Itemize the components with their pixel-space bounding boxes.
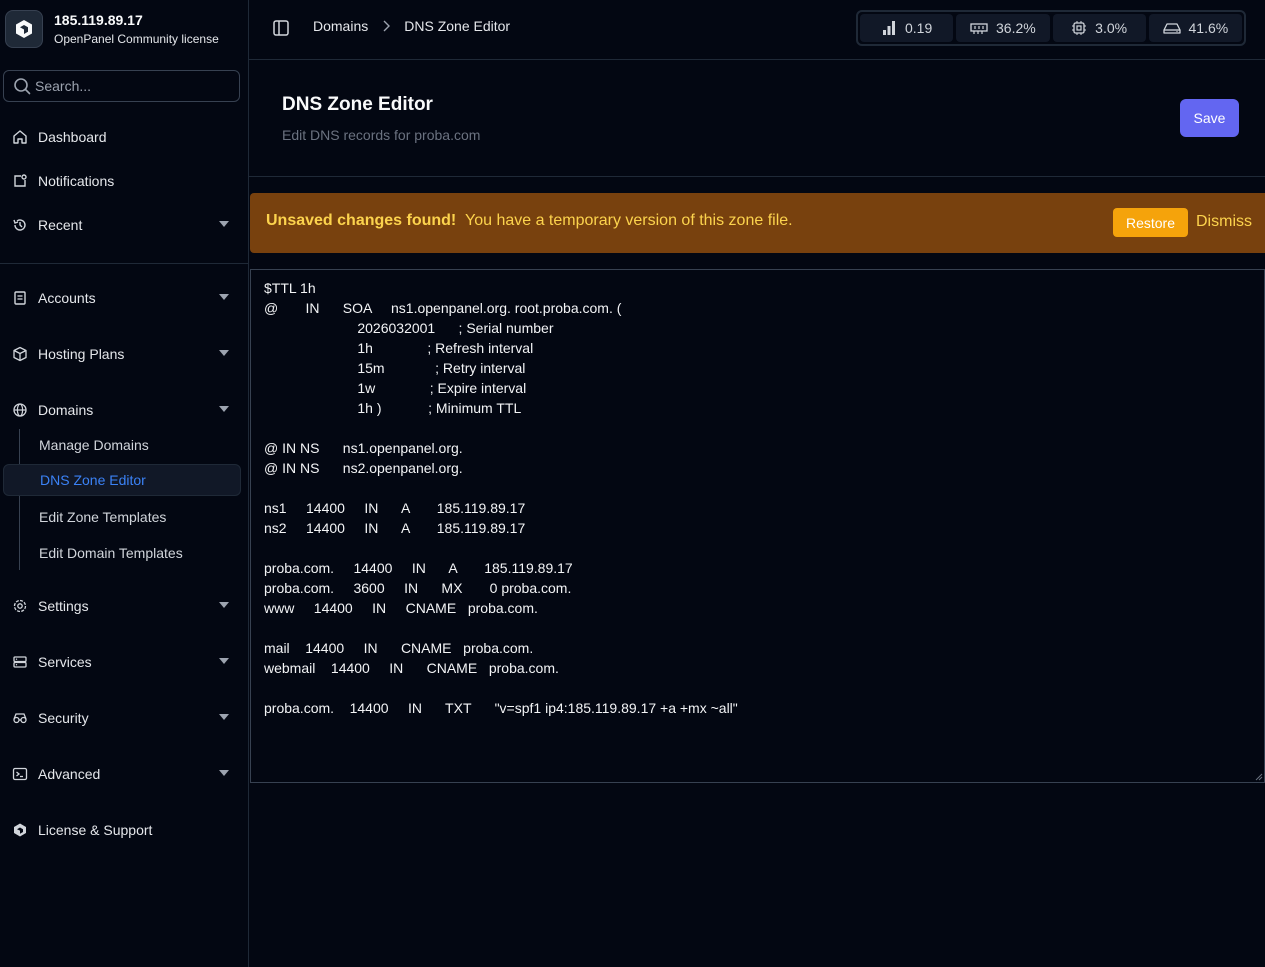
disk-icon: [1162, 21, 1189, 35]
page-header: DNS Zone Editor Edit DNS records for pro…: [249, 60, 1265, 177]
server-ip: 185.119.89.17: [54, 12, 143, 28]
breadcrumb-domains-link[interactable]: Domains: [313, 18, 368, 34]
nav-label: Accounts: [38, 290, 96, 306]
support-icon: [11, 821, 29, 839]
sidebar-divider: [0, 263, 248, 264]
brand[interactable]: 185.119.89.17 OpenPanel Community licens…: [5, 9, 245, 49]
stat-ram-value: 36.2%: [996, 20, 1036, 36]
bar-chart-icon: [881, 20, 905, 36]
nav-dashboard[interactable]: Dashboard: [3, 121, 241, 153]
notification-icon: [11, 172, 29, 190]
search-input[interactable]: [35, 78, 225, 94]
nav-label: Dashboard: [38, 129, 107, 145]
alert-title: Unsaved changes found!: [266, 212, 457, 229]
resize-handle-icon[interactable]: [1255, 773, 1263, 781]
nav-services[interactable]: Services: [3, 646, 241, 678]
sidebar-item-dns-zone-editor[interactable]: DNS Zone Editor: [3, 464, 241, 496]
stat-load[interactable]: 0.19: [860, 14, 954, 42]
unsaved-changes-alert: Unsaved changes found! You have a tempor…: [250, 193, 1265, 253]
terminal-icon: [11, 765, 29, 783]
search-icon: [13, 77, 31, 95]
cpu-icon: [1071, 20, 1095, 36]
chevron-down-icon: [219, 294, 229, 300]
nav-advanced[interactable]: Advanced: [3, 758, 241, 790]
nav-notifications[interactable]: Notifications: [3, 165, 241, 197]
stat-cpu-value: 3.0%: [1095, 20, 1128, 36]
stat-load-value: 0.19: [905, 20, 933, 36]
breadcrumb-current: DNS Zone Editor: [404, 18, 511, 34]
nav-label: Domains: [38, 402, 94, 418]
nav-license-support[interactable]: License & Support: [3, 814, 241, 846]
page-subtitle: Edit DNS records for proba.com: [282, 127, 481, 143]
page-title: DNS Zone Editor: [282, 94, 433, 115]
history-icon: [11, 216, 29, 234]
chevron-right-icon: [382, 20, 391, 32]
stat-cpu[interactable]: 3.0%: [1052, 14, 1146, 42]
nav-hosting-plans[interactable]: Hosting Plans: [3, 338, 241, 370]
openpanel-logo-icon: [5, 10, 43, 48]
nav-accounts[interactable]: Accounts: [3, 282, 241, 314]
gear-icon: [11, 597, 29, 615]
dismiss-button[interactable]: Dismiss: [1196, 213, 1252, 231]
chevron-down-icon: [219, 221, 229, 227]
stat-disk[interactable]: 41.6%: [1148, 14, 1242, 42]
search-box[interactable]: [3, 70, 240, 102]
nav-label: Hosting Plans: [38, 346, 125, 362]
sidebar-item-manage-domains[interactable]: Manage Domains: [3, 429, 241, 461]
package-icon: [11, 345, 29, 363]
server-icon: [11, 653, 29, 671]
nav-settings[interactable]: Settings: [3, 590, 241, 622]
zone-file-content[interactable]: $TTL 1h @ IN SOA ns1.openpanel.org. root…: [264, 278, 1254, 718]
stat-ram[interactable]: 36.2%: [956, 14, 1050, 42]
server-stats: 0.19 36.2% 3.0% 41.6%: [856, 10, 1246, 46]
alert-message: You have a temporary version of this zon…: [465, 212, 793, 229]
chevron-down-icon: [219, 658, 229, 664]
chevron-down-icon: [219, 714, 229, 720]
chevron-down-icon: [219, 602, 229, 608]
save-button[interactable]: Save: [1180, 99, 1239, 137]
home-icon: [11, 128, 29, 146]
chevron-down-icon: [219, 770, 229, 776]
nav-label: Services: [38, 654, 92, 670]
security-icon: [11, 709, 29, 727]
license-label: OpenPanel Community license: [54, 32, 219, 46]
sidebar: 185.119.89.17 OpenPanel Community licens…: [0, 0, 249, 967]
zone-file-editor[interactable]: $TTL 1h @ IN SOA ns1.openpanel.org. root…: [250, 269, 1265, 783]
sidebar-item-edit-domain-templates[interactable]: Edit Domain Templates: [3, 537, 241, 569]
nav-recent[interactable]: Recent: [3, 209, 241, 241]
nav-label: Advanced: [38, 766, 101, 782]
nav-security[interactable]: Security: [3, 702, 241, 734]
nav-label: Notifications: [38, 173, 115, 189]
nav-label: License & Support: [38, 822, 153, 838]
sidebar-item-edit-zone-templates[interactable]: Edit Zone Templates: [3, 501, 241, 533]
nav-domains[interactable]: Domains: [3, 394, 241, 426]
globe-icon: [11, 401, 29, 419]
breadcrumb: Domains DNS Zone Editor: [313, 18, 510, 34]
top-bar: Domains DNS Zone Editor 0.19 36.2% 3.0%: [249, 0, 1265, 60]
chevron-down-icon: [219, 350, 229, 356]
accounts-icon: [11, 289, 29, 307]
restore-button[interactable]: Restore: [1113, 208, 1188, 237]
nav-label: Security: [38, 710, 89, 726]
nav-label: Recent: [38, 217, 83, 233]
chevron-down-icon: [219, 406, 229, 412]
stat-disk-value: 41.6%: [1188, 20, 1229, 36]
sidebar-toggle-icon[interactable]: [272, 19, 290, 37]
memory-icon: [970, 21, 996, 35]
nav-label: Settings: [38, 598, 89, 614]
